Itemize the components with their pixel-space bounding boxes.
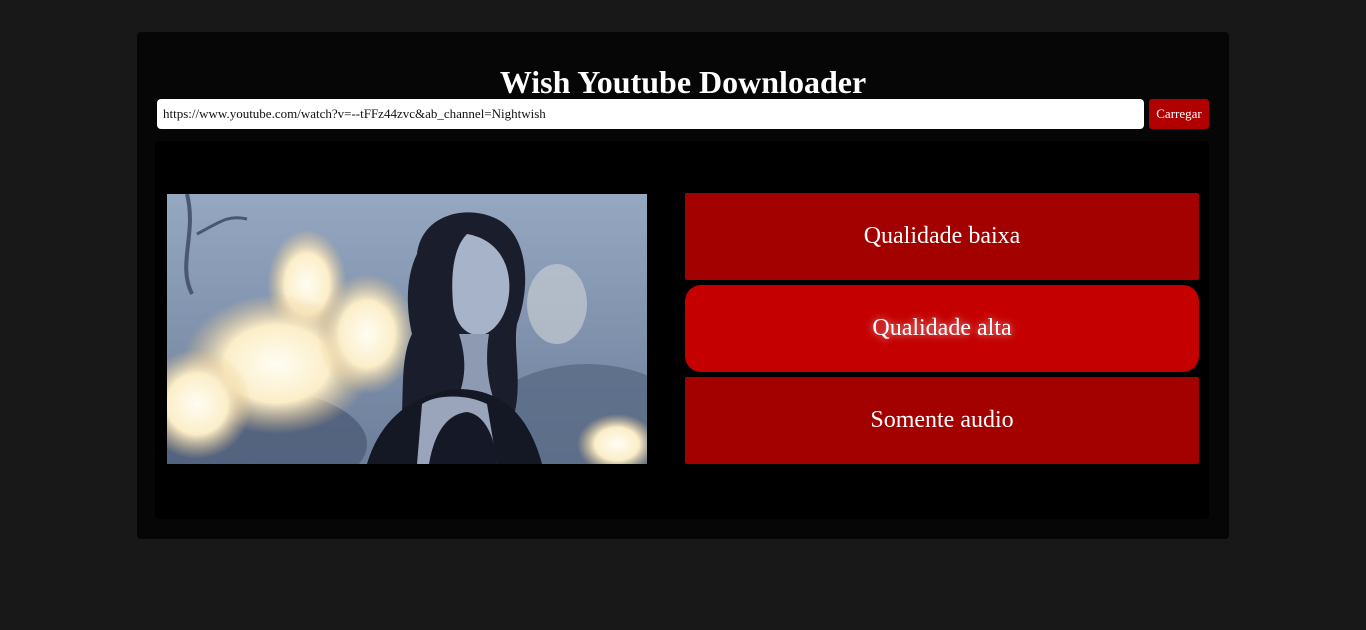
video-panel: Qualidade baixa Qualidade alta Somente a…: [155, 141, 1209, 519]
thumbnail-image: [167, 194, 647, 464]
url-input[interactable]: [157, 99, 1144, 129]
load-button[interactable]: Carregar: [1149, 99, 1209, 129]
page-title: Wish Youtube Downloader: [499, 64, 867, 100]
video-thumbnail: [167, 194, 647, 464]
high-quality-button[interactable]: Qualidade alta: [685, 285, 1199, 372]
low-quality-button[interactable]: Qualidade baixa: [685, 193, 1199, 280]
downloader-card: Wish Youtube Downloader Carregar: [137, 32, 1229, 539]
audio-only-button[interactable]: Somente audio: [685, 377, 1199, 464]
